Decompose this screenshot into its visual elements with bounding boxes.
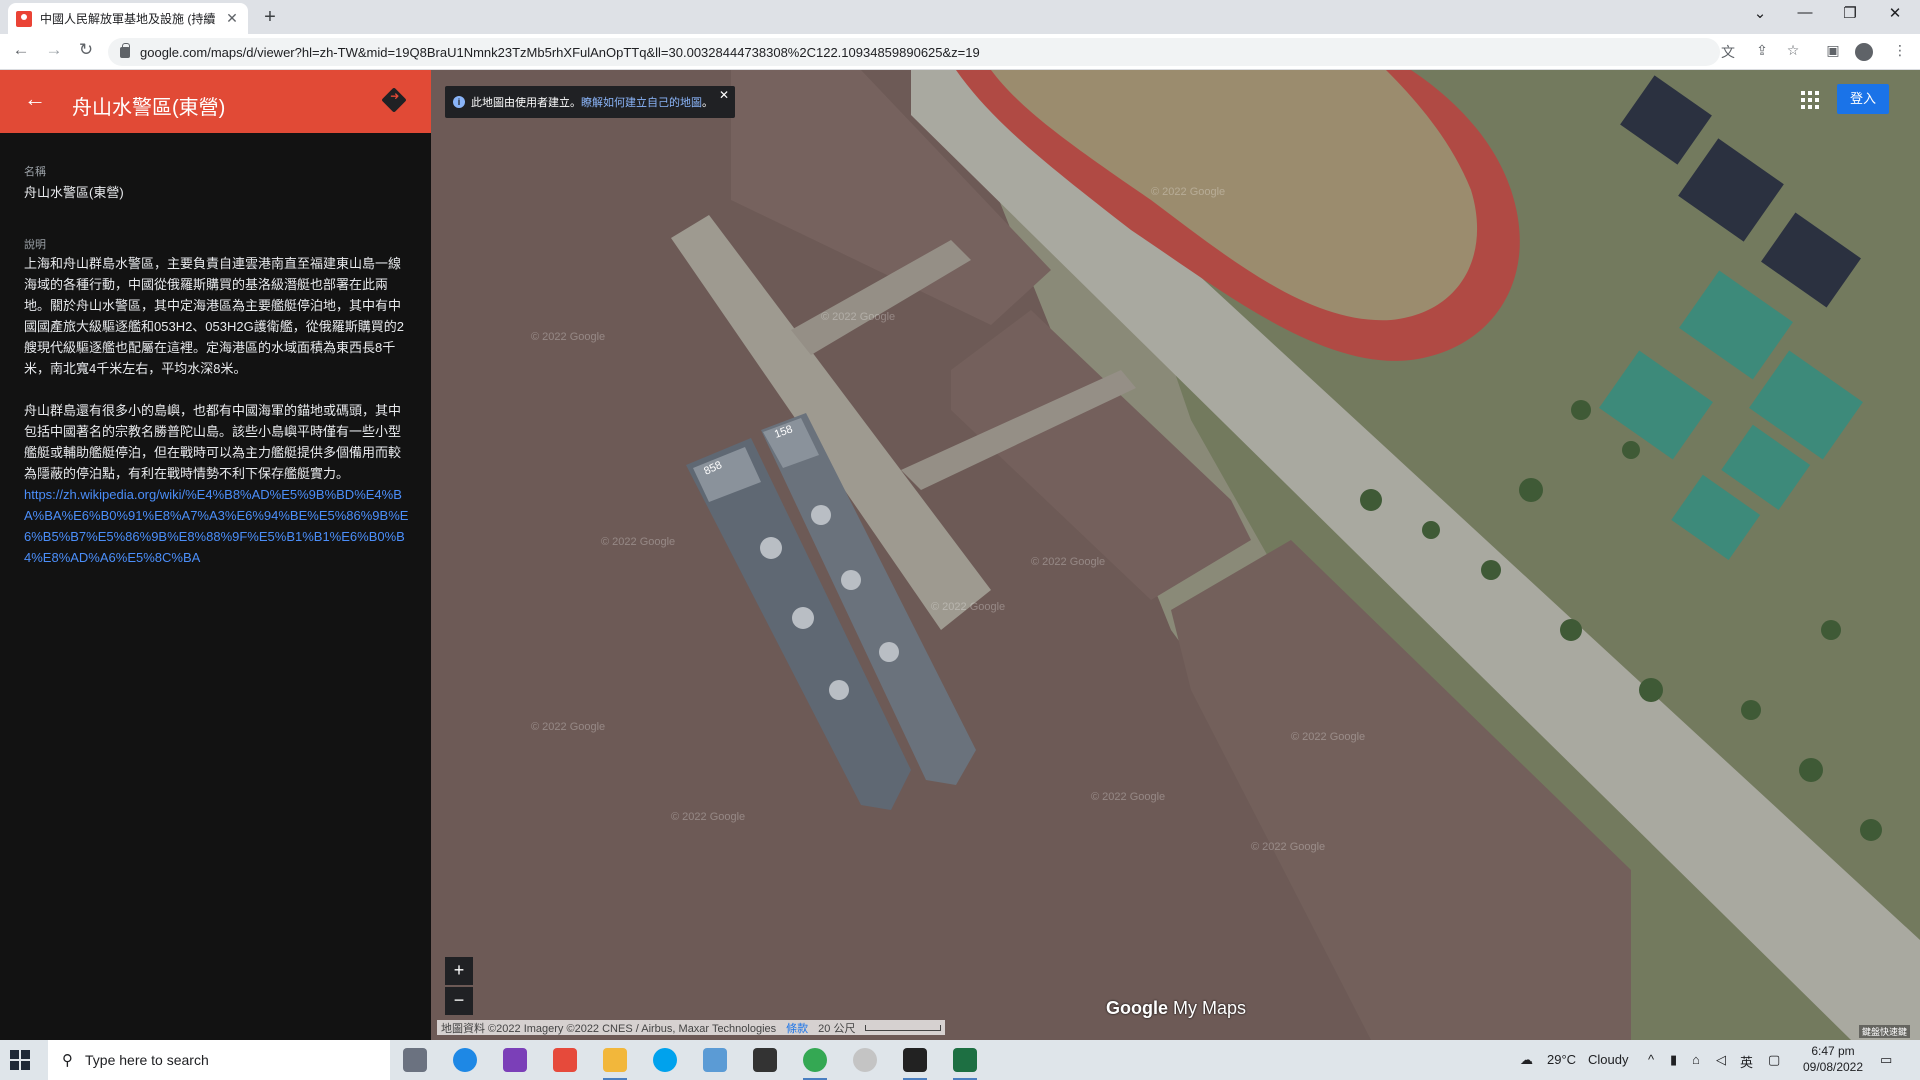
map-canvas[interactable]: 858 158 © 2022 Google © 2022 Google © 2022 G… [431, 70, 1920, 1040]
directions-icon[interactable] [381, 87, 407, 113]
google-my-maps-logo: Google My Maps [1106, 998, 1246, 1019]
notice-text: 此地圖由使用者建立。 [471, 97, 581, 109]
description-paragraph: 舟山群島還有很多小的島嶼，也都有中國海軍的錨地或碼頭，其中包括中國著名的宗教名勝… [24, 400, 409, 568]
task-view-icon[interactable] [403, 1048, 427, 1072]
mymaps-logo-text: My Maps [1173, 998, 1247, 1018]
learn-create-map-link[interactable]: 瞭解如何建立自己的地圖 [581, 94, 702, 110]
user-map-notice: i 此地圖由使用者建立。 瞭解如何建立自己的地圖 。 ✕ [445, 86, 735, 118]
satellite-imagery: 858158© 2022 Google© 2022 Google© 2022 G… [531, 70, 1920, 1040]
search-icon: ⚲ [62, 1052, 73, 1069]
google-watermark: © 2022 Google [601, 536, 675, 548]
google-watermark: © 2022 Google [1291, 731, 1365, 743]
browser-toolbar: ← → ↻ google.com/maps/d/viewer?hl=zh-TW&… [0, 34, 1920, 70]
clock-date: 09/08/2022 [1802, 1060, 1864, 1074]
taskbar-search-box[interactable]: ⚲ Type here to search [48, 1040, 390, 1080]
google-watermark: © 2022 Google [1151, 186, 1225, 198]
clock-time: 6:47 pm [1811, 1044, 1855, 1058]
star-icon[interactable]: ☆ [1783, 42, 1803, 59]
google-watermark: © 2022 Google [931, 601, 1005, 613]
ime-indicator[interactable]: 英 [1740, 1052, 1753, 1071]
tray-chevron-icon[interactable]: ^ [1648, 1052, 1654, 1067]
sticky-app-icon[interactable] [903, 1048, 927, 1080]
notice-text-end: 。 [702, 97, 713, 109]
notifications-icon[interactable]: ▭ [1880, 1052, 1892, 1068]
panel-title: 舟山水警區(東營) [72, 97, 226, 119]
description-text: 上海和舟山群島水警區，主要負責自連雲港南直至福建東山島一線海域的各種行動，中國從… [24, 253, 409, 589]
name-value: 舟山水警區(東營) [24, 185, 124, 200]
back-arrow-icon[interactable]: ← [24, 86, 46, 112]
scale-bar[interactable] [865, 1024, 942, 1031]
google-watermark: © 2022 Google [1091, 791, 1165, 803]
description-label: 說明 [24, 239, 46, 251]
close-window-button[interactable]: ✕ [1883, 4, 1907, 22]
tab-close-icon[interactable]: ✕ [224, 10, 240, 27]
share-icon[interactable]: ⇪ [1752, 42, 1772, 59]
translate-icon[interactable]: 文 [1718, 42, 1738, 62]
browser-tab-strip: 中國人民解放軍基地及設施 (持續 ✕ + ⌄ — ❐ ✕ [0, 0, 1920, 34]
chrome-icon[interactable] [803, 1048, 827, 1080]
google-watermark: © 2022 Google [1251, 841, 1325, 853]
new-tab-button[interactable]: + [258, 6, 282, 29]
tab-search-dropdown-icon[interactable]: ⌄ [1748, 4, 1772, 22]
weather-temp[interactable]: 29°C [1547, 1052, 1576, 1067]
wikipedia-link[interactable]: https://zh.wikipedia.org/wiki/%E4%B8%AD%… [24, 487, 408, 565]
map-attribution: 地圖資料 ©2022 Imagery ©2022 CNES / Airbus, … [437, 1020, 946, 1036]
tab-title: 中國人民解放軍基地及設施 (持續 [40, 12, 216, 26]
terms-link[interactable]: 條款 [786, 1020, 808, 1036]
keyboard-shortcuts-link[interactable]: 鍵盤快速鍵 [1859, 1025, 1911, 1038]
excel-icon[interactable] [953, 1048, 977, 1080]
google-watermark: © 2022 Google [531, 331, 605, 343]
close-notice-icon[interactable]: ✕ [719, 88, 729, 102]
google-watermark: © 2022 Google [531, 721, 605, 733]
name-label: 名稱 [24, 166, 46, 178]
google-watermark: © 2022 Google [821, 311, 895, 323]
sign-in-button[interactable]: 登入 [1837, 84, 1889, 114]
reload-button[interactable]: ↻ [75, 40, 97, 60]
back-button[interactable]: ← [10, 40, 32, 60]
google-logo-text: Google [1106, 998, 1168, 1018]
forward-button[interactable]: → [43, 40, 65, 60]
google-watermark: © 2022 Google [1031, 556, 1105, 568]
google-watermark: © 2022 Google [671, 811, 745, 823]
browser-tab[interactable]: 中國人民解放軍基地及設施 (持續 ✕ [8, 3, 248, 34]
url-text[interactable]: google.com/maps/d/viewer?hl=zh-TW&mid=19… [140, 45, 980, 60]
zoom-out-button[interactable]: − [445, 987, 473, 1015]
windows-taskbar: ⚲ Type here to search ☁ 29°C Cloudy ^ ▮ … [0, 1040, 1920, 1080]
snipping-tool-icon[interactable] [853, 1048, 877, 1072]
network-icon[interactable]: ⌂ [1692, 1052, 1700, 1067]
menu-icon[interactable]: ⋮ [1890, 42, 1910, 59]
scale-label[interactable]: 20 公尺 [818, 1020, 855, 1036]
battery-icon[interactable]: ▮ [1670, 1052, 1677, 1068]
windows-start-icon[interactable] [10, 1050, 30, 1070]
address-bar[interactable]: google.com/maps/d/viewer?hl=zh-TW&mid=19… [108, 38, 1720, 66]
panel-header: ← 舟山水警區(東營) [0, 70, 431, 133]
zoom-in-button[interactable]: + [445, 957, 473, 985]
app-icon[interactable] [703, 1048, 727, 1072]
edge-icon[interactable] [453, 1048, 477, 1072]
info-icon: i [453, 96, 465, 108]
weather-icon[interactable]: ☁ [1520, 1052, 1533, 1068]
anydesk-icon[interactable] [553, 1048, 577, 1072]
system-clock[interactable]: 6:47 pm 09/08/2022 [1795, 1043, 1871, 1075]
weather-text[interactable]: Cloudy [1588, 1052, 1628, 1067]
skype-icon[interactable] [653, 1048, 677, 1072]
maps-favicon-icon [16, 10, 32, 27]
file-explorer-icon[interactable] [603, 1048, 627, 1080]
visual-studio-icon[interactable] [503, 1048, 527, 1072]
apps-grid-icon[interactable] [1801, 91, 1819, 109]
lock-icon[interactable] [120, 42, 130, 58]
terminal-icon[interactable] [753, 1048, 777, 1072]
profile-icon[interactable] [1855, 43, 1873, 61]
volume-icon[interactable]: ◁ [1716, 1052, 1726, 1068]
search-placeholder: Type here to search [85, 1052, 209, 1068]
attribution-text: 地圖資料 ©2022 Imagery ©2022 CNES / Airbus, … [441, 1022, 777, 1035]
description-paragraph-text: 舟山群島還有很多小的島嶼，也都有中國海軍的錨地或碼頭，其中包括中國著名的宗教名勝… [24, 403, 402, 481]
description-paragraph: 上海和舟山群島水警區，主要負責自連雲港南直至福建東山島一線海域的各種行動，中國從… [24, 256, 404, 376]
restore-button[interactable]: ❐ [1838, 4, 1862, 22]
minimize-button[interactable]: — [1793, 4, 1817, 21]
input-mode-icon[interactable]: ▢ [1768, 1052, 1780, 1068]
feature-details-panel: ← 舟山水警區(東營) 名稱 舟山水警區(東營) 說明 上海和舟山群島水警區，主… [0, 70, 431, 1040]
extension-icon[interactable]: ▣ [1823, 42, 1843, 59]
